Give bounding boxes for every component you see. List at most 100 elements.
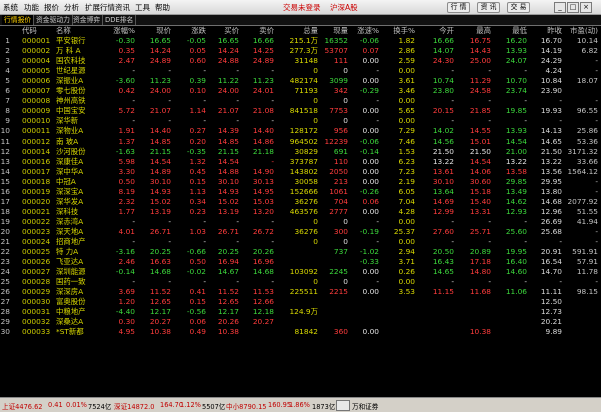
cell-index: 12 bbox=[0, 146, 10, 156]
table-row[interactable]: 14 000017 深中华A 3.30 14.89 0.45 14.88 14.90 14380… bbox=[0, 167, 601, 177]
table-row[interactable]: 3 000004 国农科技 2.47 24.89 0.60 24.88 24.89 31148 1… bbox=[0, 56, 601, 66]
table-row[interactable]: 21 000024 招商地产 - - - - - 0 0 - 0.00 - - - - - bbox=[0, 237, 601, 247]
sz-index[interactable]: 深证14872.0 bbox=[114, 401, 154, 411]
header-bid[interactable]: 买价 bbox=[207, 26, 239, 36]
cell-prev-close: - bbox=[559, 116, 562, 126]
table-row[interactable]: 7 000008 神州高铁 - - - - - 0 0 - 0.00 - - - - - bbox=[0, 96, 601, 106]
menu-system[interactable]: 系统 bbox=[3, 2, 18, 13]
header-high[interactable]: 最高 bbox=[456, 26, 491, 36]
table-row[interactable]: 22 000025 特 力A -3.16 20.25 -0.66 20.25 20.26 737… bbox=[0, 247, 601, 257]
table-row[interactable]: 30 000033 *ST新都 4.95 10.38 0.49 10.38 81842 360 0… bbox=[0, 327, 601, 337]
cell-low: 13.93 bbox=[505, 46, 527, 56]
cell-name: 特 力A bbox=[56, 247, 79, 257]
quote-button[interactable]: 行 情 bbox=[447, 2, 470, 13]
table-row[interactable]: 20 000023 深天地A 4.01 26.71 1.03 26.71 26.72 36276… bbox=[0, 227, 601, 237]
header-price[interactable]: 现价 bbox=[138, 26, 171, 36]
news-button[interactable]: 资 讯 bbox=[477, 2, 500, 13]
cell-name: 深天地A bbox=[56, 226, 84, 236]
sme-index[interactable]: 中小8790.15 bbox=[226, 401, 266, 411]
header-change-pct[interactable]: 涨幅% bbox=[104, 26, 135, 36]
cell-pe-ratio: 41.94 bbox=[576, 216, 598, 226]
sh-index[interactable]: 上证4476.62 bbox=[2, 401, 42, 411]
table-row[interactable]: 18 000021 深科技 1.77 13.19 0.23 13.19 13.20 463576… bbox=[0, 207, 601, 217]
cell-change-pct: 0.50 bbox=[118, 176, 135, 186]
cell-turnover: 0.00 bbox=[398, 277, 415, 287]
cell-change-pct: 1.91 bbox=[118, 126, 135, 136]
cell-current-volume: 300 bbox=[333, 226, 348, 236]
cell-bid: 24.00 bbox=[217, 86, 239, 96]
cell-speed bbox=[349, 297, 379, 307]
cell-name: 深中华A bbox=[56, 166, 84, 176]
cell-ask: 16.96 bbox=[252, 257, 274, 267]
menu-help[interactable]: 帮助 bbox=[155, 2, 170, 13]
header-pe-ratio[interactable]: 市盈(动) bbox=[565, 26, 598, 36]
menu-extended[interactable]: 扩展行情 bbox=[85, 2, 115, 13]
tab-quotes[interactable]: 行情报价 bbox=[2, 15, 35, 25]
table-row[interactable]: 29 000032 深桑达A 0.30 20.27 0.06 20.26 20.27 20.21 bbox=[0, 317, 601, 327]
cell-prev-close: 13.56 bbox=[540, 166, 562, 176]
table-row[interactable]: 12 000014 沙河股份 -1.63 21.15 -0.35 21.15 21.18 308… bbox=[0, 147, 601, 157]
table-row[interactable]: 1 000001 平安银行 -0.30 16.65 -0.05 16.65 16.66 215.… bbox=[0, 36, 601, 46]
cell-price: 21.07 bbox=[149, 106, 171, 116]
table-row[interactable]: 23 000026 飞亚达A 2.46 16.63 0.50 16.94 16.96 -0.33… bbox=[0, 257, 601, 267]
cell-low: - bbox=[524, 216, 527, 226]
menu-tools[interactable]: 工具 bbox=[135, 2, 150, 13]
cell-code: 000024 bbox=[22, 236, 51, 246]
header-prev-close[interactable]: 昨收 bbox=[530, 26, 562, 36]
table-row[interactable]: 11 000012 南 玻A 1.37 14.85 0.20 14.85 14.86 96450… bbox=[0, 137, 601, 147]
table-row[interactable]: 13 000016 深康佳A 5.98 14.54 1.32 14.54 - 373787 110… bbox=[0, 157, 601, 167]
table-row[interactable]: 10 000011 深物业A 1.91 14.40 0.27 14.39 14.40 12817… bbox=[0, 126, 601, 136]
cell-ask: - bbox=[271, 216, 274, 226]
menu-news[interactable]: 资讯 bbox=[115, 2, 130, 13]
table-row[interactable]: 9 000010 深华新 - - - - - 0 0 - 0.00 - - - - - bbox=[0, 116, 601, 126]
table-row[interactable]: 8 000009 中国宝安 5.72 21.07 1.14 21.07 21.08 841518… bbox=[0, 106, 601, 116]
cell-bid: 16.65 bbox=[217, 36, 239, 46]
cell-ask: 20.26 bbox=[252, 247, 274, 257]
table-row[interactable]: 16 000019 深深宝A 8.19 14.93 1.13 14.93 14.95 15266… bbox=[0, 187, 601, 197]
cell-name: 国药一致 bbox=[56, 277, 86, 287]
header-turnover[interactable]: 换手% bbox=[382, 26, 415, 36]
header-index[interactable] bbox=[0, 26, 10, 36]
cell-low: 13.49 bbox=[505, 186, 527, 196]
maximize-icon[interactable]: □ bbox=[567, 2, 579, 13]
cell-ask: 12.66 bbox=[252, 297, 274, 307]
header-ask[interactable]: 卖价 bbox=[240, 26, 274, 36]
table-row[interactable]: 28 000031 中粮地产 -4.40 12.17 -0.56 12.17 12.18 124… bbox=[0, 307, 601, 317]
header-open[interactable]: 今开 bbox=[420, 26, 454, 36]
header-low[interactable]: 最低 bbox=[492, 26, 527, 36]
cell-index: 5 bbox=[5, 76, 10, 86]
login-status[interactable]: 交易未登录 bbox=[283, 2, 321, 13]
cell-high: 15.18 bbox=[469, 186, 491, 196]
trade-button[interactable]: 交 易 bbox=[507, 2, 530, 13]
menu-function[interactable]: 功能 bbox=[24, 2, 39, 13]
cell-index: 25 bbox=[0, 277, 10, 287]
table-row[interactable]: 27 000030 富奥股份 1.20 12.65 0.15 12.65 12.66 12.50 bbox=[0, 297, 601, 307]
table-row[interactable]: 5 000006 深振业A -3.60 11.23 0.39 11.22 11.23 48217… bbox=[0, 76, 601, 86]
tab-fund-game[interactable]: 资金博弈 bbox=[71, 15, 104, 25]
header-name[interactable]: 名称 bbox=[56, 26, 104, 36]
table-row[interactable]: 15 000018 中冠A 0.50 30.10 0.15 30.10 30.13 30058 2… bbox=[0, 177, 601, 187]
table-row[interactable]: 19 000022 深赤湾A - - - - - 0 0 - 0.00 - - - 26.69 41.94 bbox=[0, 217, 601, 227]
tab-fund-drive[interactable]: 资金驱动力 bbox=[34, 15, 73, 25]
header-volume[interactable]: 总量 bbox=[276, 26, 318, 36]
header-speed[interactable]: 涨速% bbox=[349, 26, 379, 36]
menu-quote[interactable]: 报价 bbox=[44, 2, 59, 13]
menu-analysis[interactable]: 分析 bbox=[64, 2, 79, 13]
header-change[interactable]: 涨跌 bbox=[174, 26, 206, 36]
table-row[interactable]: 2 000002 万 科 A 0.35 14.24 0.05 14.24 14.25 277.3… bbox=[0, 46, 601, 56]
status-toggle-icon[interactable] bbox=[336, 400, 350, 411]
tab-dde-rank[interactable]: DDE排名 bbox=[103, 15, 137, 25]
minimize-icon[interactable]: _ bbox=[554, 2, 566, 13]
cell-bid: 14.39 bbox=[217, 126, 239, 136]
table-row[interactable]: 17 000020 深华发A 2.32 15.02 0.34 15.02 15.03 36276… bbox=[0, 197, 601, 207]
header-current-volume[interactable]: 现量 bbox=[318, 26, 348, 36]
cell-price: 16.65 bbox=[149, 36, 171, 46]
table-row[interactable]: 4 000005 世纪星源 - - - - - 0 0 - 0.00 - - - 4.24 - bbox=[0, 66, 601, 76]
header-code[interactable]: 代码 bbox=[22, 26, 60, 36]
table-row[interactable]: 6 000007 零七股份 0.42 24.00 0.10 24.00 24.01 71193 3… bbox=[0, 86, 601, 96]
close-icon[interactable]: × bbox=[580, 2, 592, 13]
table-row[interactable]: 25 000028 国药一致 - - - - - 0 0 - 0.00 - - - - - bbox=[0, 277, 601, 287]
table-row[interactable]: 26 000029 深深房A 3.69 11.52 0.41 11.52 11.53 22551… bbox=[0, 287, 601, 297]
table-row[interactable]: 24 000027 深圳能源 -0.14 14.68 -0.02 14.67 14.68 103… bbox=[0, 267, 601, 277]
cell-high: - bbox=[488, 277, 491, 287]
